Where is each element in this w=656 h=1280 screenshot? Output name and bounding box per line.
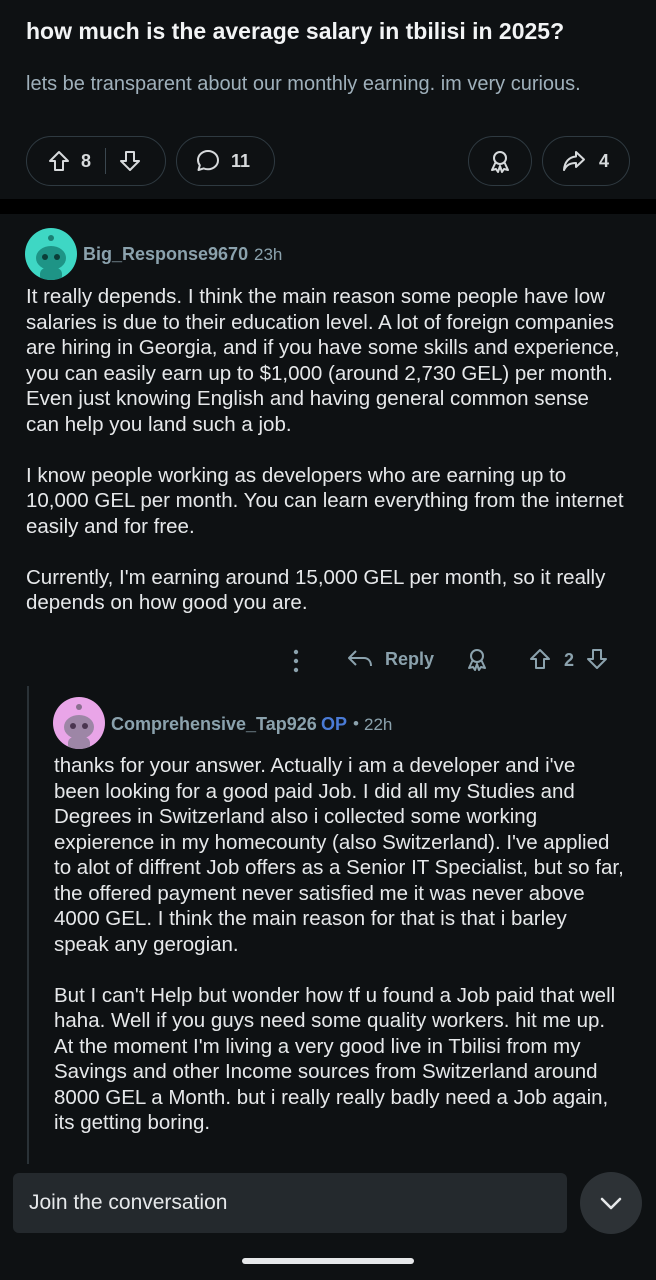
reply-arrow-icon	[348, 650, 372, 667]
share-arrow-icon	[561, 148, 587, 174]
thread-line[interactable]	[27, 686, 29, 1164]
comment-timestamp: 22h	[364, 715, 393, 734]
chevron-down-icon	[600, 1197, 622, 1210]
comment-bubble-icon	[195, 148, 221, 174]
post-upvote-count: 8	[81, 150, 92, 171]
comment-paragraph: It really depends. I think the main reas…	[26, 285, 620, 436]
upvote-icon[interactable]	[47, 149, 71, 173]
more-options-icon[interactable]	[286, 648, 306, 674]
meta-separator: •	[353, 714, 359, 733]
avatar[interactable]	[53, 697, 105, 749]
comments-button[interactable]: 11	[176, 136, 275, 186]
vote-separator	[105, 148, 107, 174]
comment-timestamp: 23h	[254, 245, 283, 264]
upvote-icon[interactable]	[528, 646, 552, 672]
home-indicator[interactable]	[242, 1258, 414, 1264]
downvote-icon[interactable]	[118, 149, 142, 173]
snoo-avatar-icon	[36, 235, 66, 280]
comment-count: 11	[231, 150, 251, 171]
section-divider	[0, 199, 656, 214]
avatar[interactable]	[25, 228, 77, 280]
downvote-icon[interactable]	[585, 646, 609, 672]
share-button[interactable]: 4	[542, 136, 630, 186]
post-vote-pill: 8	[26, 136, 166, 186]
post-title: how much is the average salary in tbilis…	[26, 18, 565, 44]
comment-body: thanks for your answer. Actually i am a …	[54, 753, 626, 1161]
comment-actions: Reply 2	[280, 642, 620, 678]
comment-vote-count: 2	[564, 650, 575, 670]
composer-placeholder: Join the conversation	[29, 1191, 228, 1214]
reply-label: Reply	[385, 648, 435, 669]
comment-username[interactable]: Big_Response9670	[83, 244, 248, 265]
op-badge: OP	[321, 714, 348, 734]
reply-button[interactable]: Reply	[346, 646, 434, 672]
comment-paragraph: I know people working as developers who …	[26, 463, 624, 538]
comment-paragraph: Currently, I'm earning around 15,000 GEL…	[26, 565, 606, 615]
next-comment-button[interactable]	[580, 1172, 642, 1234]
join-conversation-input[interactable]: Join the conversation	[13, 1173, 567, 1233]
award-icon	[487, 148, 513, 174]
comment-paragraph: thanks for your answer. Actually i am a …	[54, 754, 624, 956]
share-count: 4	[599, 150, 610, 171]
comment-body: It really depends. I think the main reas…	[26, 284, 626, 641]
post-body: lets be transparent about our monthly ea…	[26, 73, 581, 95]
award-button[interactable]	[468, 136, 532, 186]
snoo-avatar-icon	[64, 704, 94, 749]
award-icon[interactable]	[464, 646, 490, 672]
comment-paragraph: But I can't Help but wonder how tf u fou…	[54, 983, 616, 1135]
post-actions: 8 11 4	[26, 136, 630, 186]
comment-username[interactable]: Comprehensive_Tap926	[111, 714, 317, 735]
